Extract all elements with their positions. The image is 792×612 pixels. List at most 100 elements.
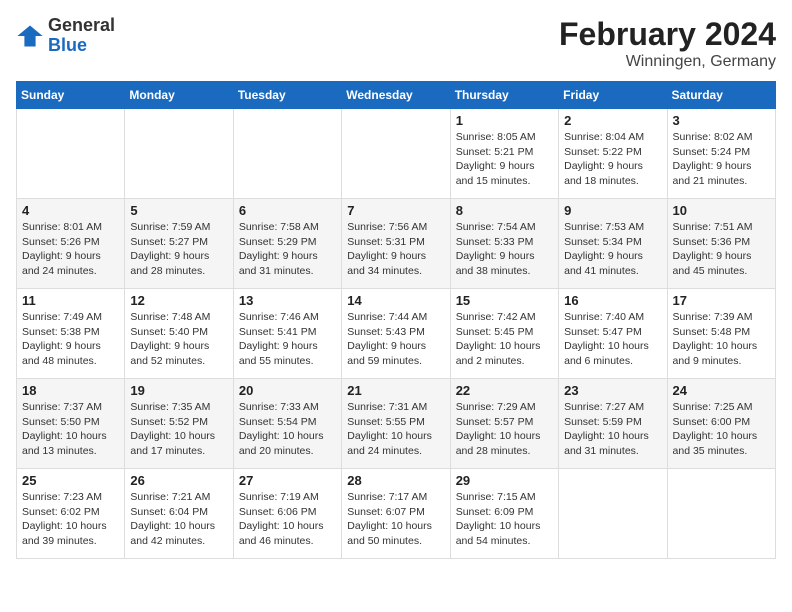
day-info: Sunrise: 8:05 AM Sunset: 5:21 PM Dayligh… [456, 130, 553, 189]
day-number: 11 [22, 293, 119, 308]
calendar-cell: 4 Sunrise: 8:01 AM Sunset: 5:26 PM Daylig… [17, 199, 125, 289]
calendar-cell: 26 Sunrise: 7:21 AM Sunset: 6:04 PM Dayli… [125, 469, 233, 559]
day-info: Sunrise: 7:27 AM Sunset: 5:59 PM Dayligh… [564, 400, 661, 459]
day-number: 25 [22, 473, 119, 488]
calendar-cell: 6Sunrise: 7:58 AM Sunset: 5:29 PM Daylig… [233, 199, 341, 289]
calendar-cell [17, 109, 125, 199]
calendar-subtitle: Winningen, Germany [559, 53, 776, 71]
day-info: Sunrise: 7:48 AM Sunset: 5:40 PM Dayligh… [130, 310, 227, 369]
day-info: Sunrise: 7:29 AM Sunset: 5:57 PM Dayligh… [456, 400, 553, 459]
calendar-cell: 10Sunrise: 7:51 AM Sunset: 5:36 PM Dayli… [667, 199, 775, 289]
calendar-cell: 9Sunrise: 7:53 AM Sunset: 5:34 PM Daylig… [559, 199, 667, 289]
day-info: Sunrise: 7:21 AM Sunset: 6:04 PM Dayligh… [130, 490, 227, 549]
calendar-cell: 17Sunrise: 7:39 AM Sunset: 5:48 PM Dayli… [667, 289, 775, 379]
day-info: Sunrise: 7:33 AM Sunset: 5:54 PM Dayligh… [239, 400, 336, 459]
calendar-week-row: 18 Sunrise: 7:37 AM Sunset: 5:50 PM Dayli… [17, 379, 776, 469]
day-number: 14 [347, 293, 444, 308]
calendar-week-row: 25Sunrise: 7:23 AM Sunset: 6:02 PM Dayli… [17, 469, 776, 559]
title-block: February 2024 Winningen, Germany [559, 16, 776, 71]
calendar-week-row: 11Sunrise: 7:49 AM Sunset: 5:38 PM Dayli… [17, 289, 776, 379]
day-info: Sunrise: 7:15 AM Sunset: 6:09 PM Dayligh… [456, 490, 553, 549]
day-number: 23 [564, 383, 661, 398]
day-info: Sunrise: 8:04 AM Sunset: 5:22 PM Dayligh… [564, 130, 661, 189]
calendar-table: SundayMondayTuesdayWednesdayThursdayFrid… [16, 81, 776, 559]
day-number: 27 [239, 473, 336, 488]
header-day: Thursday [450, 82, 558, 109]
day-info: Sunrise: 7:56 AM Sunset: 5:31 PM Dayligh… [347, 220, 444, 279]
day-number: 13 [239, 293, 336, 308]
day-number: 18 [22, 383, 119, 398]
header-day: Friday [559, 82, 667, 109]
calendar-title: February 2024 [559, 16, 776, 53]
day-info: Sunrise: 7:19 AM Sunset: 6:06 PM Dayligh… [239, 490, 336, 549]
day-info: Sunrise: 7:39 AM Sunset: 5:48 PM Dayligh… [673, 310, 770, 369]
day-number: 7 [347, 203, 444, 218]
header-day: Monday [125, 82, 233, 109]
logo-icon [16, 22, 44, 50]
calendar-cell: 27 Sunrise: 7:19 AM Sunset: 6:06 PM Dayli… [233, 469, 341, 559]
day-number: 22 [456, 383, 553, 398]
calendar-cell: 2 Sunrise: 8:04 AM Sunset: 5:22 PM Daylig… [559, 109, 667, 199]
day-number: 3 [673, 113, 770, 128]
calendar-cell: 22 Sunrise: 7:29 AM Sunset: 5:57 PM Dayli… [450, 379, 558, 469]
day-number: 26 [130, 473, 227, 488]
day-info: Sunrise: 7:46 AM Sunset: 5:41 PM Dayligh… [239, 310, 336, 369]
calendar-cell: 8Sunrise: 7:54 AM Sunset: 5:33 PM Daylig… [450, 199, 558, 289]
calendar-cell: 16Sunrise: 7:40 AM Sunset: 5:47 PM Dayli… [559, 289, 667, 379]
header-day: Saturday [667, 82, 775, 109]
day-info: Sunrise: 7:44 AM Sunset: 5:43 PM Dayligh… [347, 310, 444, 369]
page-header: General Blue February 2024 Winningen, Ge… [16, 16, 776, 71]
calendar-cell: 23 Sunrise: 7:27 AM Sunset: 5:59 PM Dayli… [559, 379, 667, 469]
day-info: Sunrise: 7:42 AM Sunset: 5:45 PM Dayligh… [456, 310, 553, 369]
calendar-cell: 20 Sunrise: 7:33 AM Sunset: 5:54 PM Dayli… [233, 379, 341, 469]
day-number: 19 [130, 383, 227, 398]
calendar-cell: 19 Sunrise: 7:35 AM Sunset: 5:52 PM Dayli… [125, 379, 233, 469]
day-info: Sunrise: 7:31 AM Sunset: 5:55 PM Dayligh… [347, 400, 444, 459]
calendar-week-row: 4 Sunrise: 8:01 AM Sunset: 5:26 PM Daylig… [17, 199, 776, 289]
calendar-week-row: 1 Sunrise: 8:05 AM Sunset: 5:21 PM Daylig… [17, 109, 776, 199]
day-number: 9 [564, 203, 661, 218]
calendar-cell [342, 109, 450, 199]
day-number: 5 [130, 203, 227, 218]
calendar-cell: 3Sunrise: 8:02 AM Sunset: 5:24 PM Daylig… [667, 109, 775, 199]
day-info: Sunrise: 7:59 AM Sunset: 5:27 PM Dayligh… [130, 220, 227, 279]
calendar-cell: 13 Sunrise: 7:46 AM Sunset: 5:41 PM Dayli… [233, 289, 341, 379]
day-number: 8 [456, 203, 553, 218]
calendar-cell: 21 Sunrise: 7:31 AM Sunset: 5:55 PM Dayli… [342, 379, 450, 469]
day-info: Sunrise: 7:25 AM Sunset: 6:00 PM Dayligh… [673, 400, 770, 459]
logo-blue: Blue [48, 35, 87, 55]
header-day: Wednesday [342, 82, 450, 109]
day-number: 29 [456, 473, 553, 488]
calendar-cell: 5 Sunrise: 7:59 AM Sunset: 5:27 PM Daylig… [125, 199, 233, 289]
day-info: Sunrise: 7:35 AM Sunset: 5:52 PM Dayligh… [130, 400, 227, 459]
day-info: Sunrise: 7:37 AM Sunset: 5:50 PM Dayligh… [22, 400, 119, 459]
calendar-cell: 1 Sunrise: 8:05 AM Sunset: 5:21 PM Daylig… [450, 109, 558, 199]
calendar-cell: 14 Sunrise: 7:44 AM Sunset: 5:43 PM Dayli… [342, 289, 450, 379]
logo-text: General Blue [48, 16, 115, 56]
day-number: 10 [673, 203, 770, 218]
calendar-cell [559, 469, 667, 559]
day-number: 12 [130, 293, 227, 308]
header-day: Tuesday [233, 82, 341, 109]
day-number: 24 [673, 383, 770, 398]
day-number: 4 [22, 203, 119, 218]
logo: General Blue [16, 16, 115, 56]
day-number: 1 [456, 113, 553, 128]
calendar-cell [233, 109, 341, 199]
header-day: Sunday [17, 82, 125, 109]
day-number: 2 [564, 113, 661, 128]
calendar-cell: 18 Sunrise: 7:37 AM Sunset: 5:50 PM Dayli… [17, 379, 125, 469]
day-number: 16 [564, 293, 661, 308]
day-number: 21 [347, 383, 444, 398]
day-info: Sunrise: 7:17 AM Sunset: 6:07 PM Dayligh… [347, 490, 444, 549]
day-number: 28 [347, 473, 444, 488]
day-info: Sunrise: 8:01 AM Sunset: 5:26 PM Dayligh… [22, 220, 119, 279]
calendar-cell: 24 Sunrise: 7:25 AM Sunset: 6:00 PM Dayli… [667, 379, 775, 469]
day-number: 20 [239, 383, 336, 398]
calendar-cell: 15Sunrise: 7:42 AM Sunset: 5:45 PM Dayli… [450, 289, 558, 379]
calendar-cell: 11Sunrise: 7:49 AM Sunset: 5:38 PM Dayli… [17, 289, 125, 379]
calendar-cell: 12 Sunrise: 7:48 AM Sunset: 5:40 PM Dayli… [125, 289, 233, 379]
day-info: Sunrise: 7:58 AM Sunset: 5:29 PM Dayligh… [239, 220, 336, 279]
calendar-cell: 28 Sunrise: 7:17 AM Sunset: 6:07 PM Dayli… [342, 469, 450, 559]
calendar-cell [667, 469, 775, 559]
